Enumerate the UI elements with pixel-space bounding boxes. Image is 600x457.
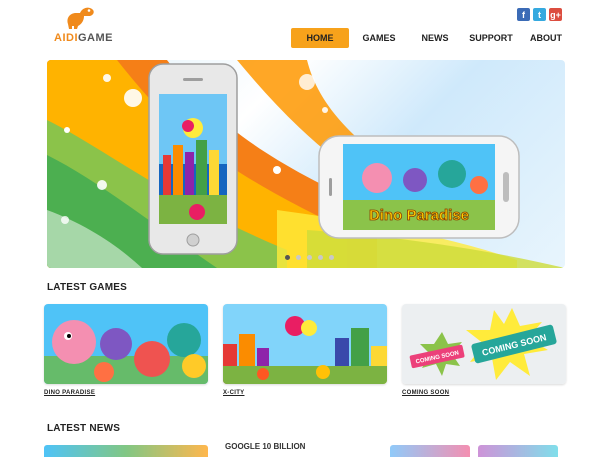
game-card-coming-soon[interactable]: COMING SOON COMING SOON xyxy=(402,304,566,384)
slider-dot[interactable] xyxy=(329,255,334,260)
nav-games[interactable]: GAMES xyxy=(357,28,401,48)
slider-dot[interactable] xyxy=(318,255,323,260)
news-headline[interactable]: GOOGLE 10 BILLION xyxy=(225,442,305,451)
slider-dot[interactable] xyxy=(296,255,301,260)
news-thumb-image[interactable] xyxy=(390,445,470,457)
nav-home[interactable]: HOME xyxy=(291,28,349,48)
game-caption-coming-soon[interactable]: COMING SOON xyxy=(402,390,449,396)
game-thumb-image xyxy=(223,304,387,384)
brand-name: AIDIGAME xyxy=(54,32,113,44)
latest-news-heading: LATEST NEWS xyxy=(47,423,121,434)
social-links: f t g+ xyxy=(517,8,562,21)
site-logo[interactable]: AIDIGAME xyxy=(54,4,134,46)
game-caption-x-city[interactable]: X-CITY xyxy=(223,390,244,396)
hero-artwork: Dino Paradise xyxy=(47,60,565,268)
facebook-icon[interactable]: f xyxy=(517,8,530,21)
game-thumb-image xyxy=(44,304,208,384)
google-plus-icon[interactable]: g+ xyxy=(549,8,562,21)
main-nav: HOME GAMES NEWS SUPPORT ABOUT xyxy=(291,28,566,48)
hero-slider[interactable]: Dino Paradise xyxy=(47,60,565,268)
news-thumb-image[interactable] xyxy=(44,445,208,457)
slider-dot[interactable] xyxy=(307,255,312,260)
slider-dot[interactable] xyxy=(285,255,290,260)
game-caption-dino-paradise[interactable]: DINO PARADISE xyxy=(44,390,95,396)
game-card-x-city[interactable] xyxy=(223,304,387,384)
twitter-icon[interactable]: t xyxy=(533,8,546,21)
dino-logo-icon xyxy=(67,7,94,30)
game-card-dino-paradise[interactable] xyxy=(44,304,208,384)
game-thumb-image: COMING SOON COMING SOON xyxy=(402,304,566,384)
news-thumb-image[interactable] xyxy=(478,445,558,457)
nav-news[interactable]: NEWS xyxy=(415,28,455,48)
nav-support[interactable]: SUPPORT xyxy=(463,28,519,48)
latest-games-heading: LATEST GAMES xyxy=(47,282,127,293)
phone-game-title: Dino Paradise xyxy=(369,207,469,224)
nav-about[interactable]: ABOUT xyxy=(526,28,566,48)
slider-dots xyxy=(285,255,334,260)
